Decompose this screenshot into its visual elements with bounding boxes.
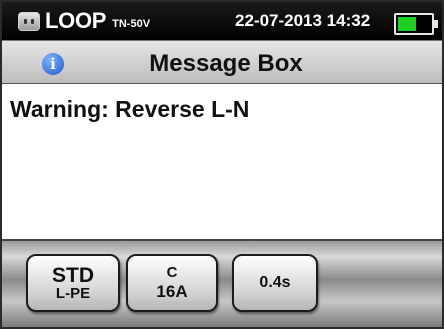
- page-title: Message Box: [149, 50, 303, 77]
- standard-softkey[interactable]: STD L-PE: [26, 254, 120, 312]
- battery-level: [398, 17, 416, 31]
- curve-softkey[interactable]: C 16A: [126, 254, 218, 312]
- mode-name: LOOP: [45, 8, 107, 33]
- softkey-label: 0.4s: [259, 274, 291, 291]
- socket-icon: [18, 11, 40, 31]
- date-time: 22-07-2013 14:32: [235, 11, 371, 30]
- softkey-sublabel: 16A: [156, 282, 188, 301]
- softkey-label: STD: [52, 263, 94, 287]
- softkey-sublabel: L-PE: [55, 284, 91, 302]
- time-softkey[interactable]: 0.4s: [232, 254, 318, 312]
- mode-subtype: TN-50V: [112, 18, 151, 30]
- title-bar: Message Box i: [2, 40, 442, 85]
- battery-icon: [394, 13, 438, 35]
- softkey-label: C: [166, 264, 178, 281]
- warning-message: Warning: Reverse L-N: [10, 96, 250, 122]
- battery-tip: [434, 20, 438, 28]
- status-bar: LOOP TN-50V 22-07-2013 14:32: [2, 2, 442, 40]
- instrument-screen: LOOP TN-50V 22-07-2013 14:32 Message Box…: [0, 0, 444, 329]
- softkey-bar: STD L-PE C 16A 0.4s: [2, 241, 442, 327]
- info-icon: i: [42, 53, 64, 75]
- mode-indicator: LOOP TN-50V: [18, 10, 150, 32]
- message-area: Warning: Reverse L-N: [2, 84, 442, 241]
